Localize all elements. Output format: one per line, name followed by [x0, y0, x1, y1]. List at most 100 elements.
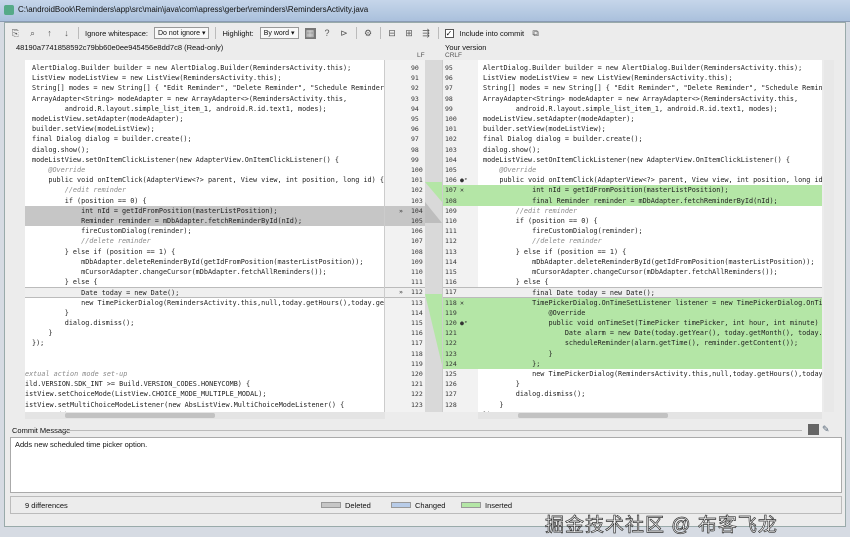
commit-message-input[interactable]: Adds new scheduled time picker option. — [10, 437, 842, 493]
toolbar: ⎘ ⌕ ↑ ↓ Ignore whitespace: Do not ignore… — [10, 25, 541, 41]
code-line: Reminder reminder = mDbAdapter.fetchRemi… — [25, 216, 384, 227]
code-line: modeListView.setAdapter(modeAdapter); — [32, 115, 184, 123]
apply-right-icon[interactable]: ⊞ — [404, 28, 415, 39]
gutter-row — [385, 73, 425, 83]
override-marker-icon[interactable]: ●ᵉ — [460, 175, 468, 185]
line-number: 105 — [411, 217, 423, 225]
code-line: AlertDialog.Builder builder = new AlertD… — [483, 64, 803, 72]
code-line: builder.setView(modeListView); — [483, 125, 606, 134]
right-horizontal-scrollbar[interactable] — [478, 412, 822, 419]
apply-change-icon[interactable]: » — [399, 287, 403, 297]
left-code-pane[interactable]: AlertDialog.Builder builder = new AlertD… — [25, 60, 385, 412]
delete-connector — [425, 202, 442, 223]
code-line: builder.setView(modeListView); — [32, 125, 155, 134]
line-number: 113 — [411, 298, 423, 307]
gutter-row — [385, 83, 425, 93]
code-line: public void onItemClick(AdapterView<?> p… — [483, 176, 822, 185]
line-number: 119 — [445, 308, 457, 317]
history-icon[interactable] — [808, 424, 819, 435]
gutter-icon[interactable]: ⊳ — [339, 28, 350, 39]
code-line: @Override — [483, 166, 537, 174]
help-icon[interactable]: ? — [322, 28, 333, 39]
code-line: ArrayAdapter<String> modeAdapter = new A… — [483, 94, 799, 103]
code-line: final Dialog dialog = builder.create(); — [483, 135, 643, 144]
line-number: 121 — [445, 329, 457, 338]
line-number: 104 — [411, 206, 423, 215]
code-line: new TimePickerDialog(RemindersActivity.t… — [32, 298, 385, 307]
ignore-whitespace-select[interactable]: Do not ignore ▾ — [153, 27, 210, 39]
code-line: //delete reminder — [483, 237, 602, 246]
code-line: new TimePickerDialog(RemindersActivity.t… — [532, 370, 822, 378]
line-number: 114 — [445, 257, 457, 266]
scroll-thumb[interactable] — [518, 413, 668, 418]
code-line: public void onItemClick(AdapterView<?> p… — [32, 176, 384, 185]
ignore-whitespace-label: Ignore whitespace: — [85, 28, 148, 38]
code-line: } else if (position == 1) { — [32, 247, 176, 256]
code-line: ild.VERSION.SDK_INT >= Build.VERSION_COD… — [25, 380, 251, 389]
gutter-row — [385, 145, 425, 155]
line-number: 121 — [411, 380, 423, 389]
highlight-value: By word — [263, 30, 290, 37]
gutter-row — [385, 134, 425, 144]
code-line: modeListView.setOnItemClickListener(new … — [483, 155, 790, 164]
line-number: 117 — [411, 339, 423, 348]
line-number: 125 — [445, 370, 457, 378]
right-header: Your version — [445, 43, 487, 52]
line-number: 108 — [411, 247, 423, 256]
find-icon[interactable]: ⌕ — [27, 28, 38, 39]
apply-change-icon[interactable]: » — [399, 206, 403, 216]
code-line: android.R.layout.simple_list_item_1, and… — [32, 104, 327, 113]
scroll-thumb[interactable] — [65, 413, 215, 418]
code-line: istView.setMultiChoiceModeListener(new A… — [25, 400, 345, 409]
include-commit-checkbox[interactable]: ✓ — [444, 28, 454, 38]
settings-icon[interactable]: ⚙ — [363, 28, 374, 39]
left-line-ending: LF — [417, 52, 425, 59]
line-number: 90 — [411, 64, 419, 72]
sync-scroll-icon[interactable]: ▦ — [304, 27, 316, 39]
revert-icon[interactable]: ✕ — [460, 298, 464, 308]
line-number: 128 — [445, 400, 457, 409]
edit-icon[interactable]: ✎ — [822, 424, 833, 435]
override-marker-icon[interactable]: ●ᵉ — [460, 318, 468, 328]
merge-icon[interactable]: ⇶ — [421, 28, 432, 39]
line-number: 102 — [445, 135, 457, 144]
arrow-down-icon[interactable]: ↓ — [61, 28, 72, 39]
commit-message-text: Adds new scheduled time picker option. — [15, 440, 148, 449]
code-line: public void onTimeSet(TimePicker timePic… — [478, 318, 822, 329]
right-code-pane[interactable]: AlertDialog.Builder builder = new AlertD… — [478, 60, 822, 412]
code-line: ArrayAdapter<String> modeAdapter = new A… — [32, 94, 348, 103]
code-line: AlertDialog.Builder builder = new AlertD… — [32, 64, 352, 72]
left-horizontal-scrollbar[interactable] — [25, 412, 385, 419]
deleted-swatch — [321, 502, 341, 508]
vertical-scrollbar[interactable] — [824, 60, 834, 412]
code-line: Date today = new Date(); — [25, 287, 384, 298]
include-commit-label: Include into commit — [459, 28, 525, 38]
insert-connector — [425, 182, 442, 202]
insert-connector — [425, 294, 442, 365]
revert-icon[interactable]: ✕ — [460, 185, 464, 195]
line-number: 92 — [411, 84, 419, 93]
code-line: mDbAdapter.deleteReminderById(getIdFromP… — [483, 257, 815, 266]
line-number: 110 — [445, 217, 457, 225]
watermark: 掘金技术社区 @ 布客飞龙 — [545, 515, 778, 537]
line-number: 124 — [445, 359, 457, 368]
code-line: } — [32, 329, 53, 338]
line-number: 120 — [445, 319, 457, 327]
line-number: 129 — [445, 410, 457, 412]
vcs-icon: ⧉ — [532, 27, 539, 38]
code-line: if (position == 0) { — [483, 217, 598, 225]
line-number: 113 — [445, 247, 457, 256]
right-line-ending: CRLF — [445, 52, 462, 59]
line-number: 98 — [411, 145, 419, 154]
code-line: } — [32, 308, 69, 317]
legend-label: Inserted — [485, 500, 513, 510]
highlight-select[interactable]: By word ▾ — [259, 27, 299, 39]
copy-icon[interactable]: ⎘ — [10, 28, 21, 39]
code-line: mCursorAdapter.changeCursor(mDbAdapter.f… — [483, 268, 778, 276]
gutter-row — [385, 155, 425, 165]
apply-left-icon[interactable]: ⊟ — [387, 28, 398, 39]
code-line: extual action mode set-up — [25, 370, 128, 378]
arrow-up-icon[interactable]: ↑ — [44, 28, 55, 39]
code-line: dialog.show(); — [32, 145, 90, 154]
